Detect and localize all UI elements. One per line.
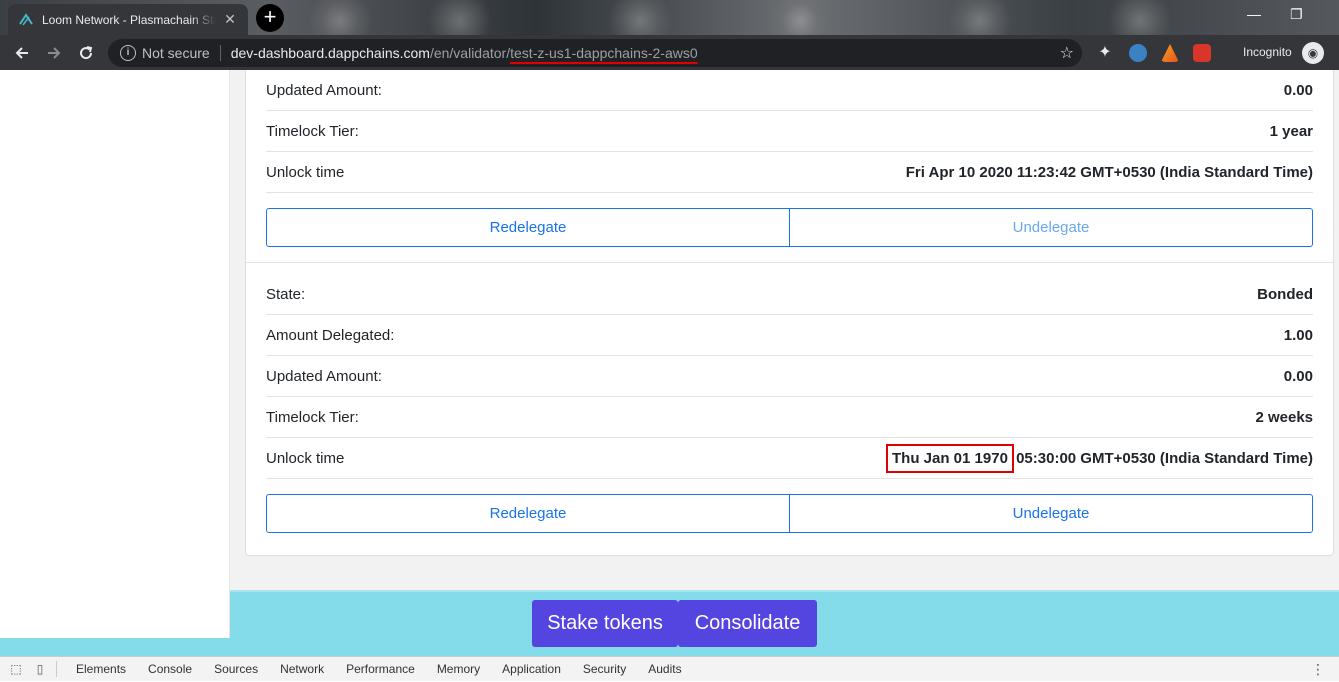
omnibox-divider [219, 45, 221, 61]
row-label: Amount Delegated: [266, 326, 395, 344]
background-decoration [1100, 0, 1180, 35]
consolidate-button[interactable]: Consolidate [678, 600, 817, 647]
row-label: Updated Amount: [266, 367, 382, 385]
extension-icon[interactable] [1161, 44, 1179, 62]
inspect-element-icon[interactable]: ⬚ [8, 662, 24, 676]
url-host: dev-dashboard.dappchains.com [230, 45, 430, 61]
loom-logo-icon [19, 12, 33, 25]
background-decoration [760, 0, 840, 35]
row-label: Unlock time [266, 449, 345, 467]
devtools-tab-network[interactable]: Network [269, 657, 335, 682]
detail-row: Updated Amount: 0.00 [266, 356, 1313, 397]
sidebar [0, 70, 230, 638]
detail-row: Timelock Tier: 2 weeks [266, 397, 1313, 438]
background-decoration [420, 0, 500, 35]
browser-tab-active[interactable]: Loom Network - Plasmachain Sta ✕ [8, 4, 248, 35]
tab-close-icon[interactable]: ✕ [222, 11, 238, 28]
incognito-icon[interactable]: ◉ [1302, 42, 1324, 64]
row-value: Fri Apr 10 2020 11:23:42 GMT+0530 (India… [905, 163, 1313, 181]
devtools-tab-sources[interactable]: Sources [203, 657, 269, 682]
tab-title: Loom Network - Plasmachain Sta [42, 12, 216, 27]
forward-arrow-icon[interactable] [38, 37, 70, 69]
more-options-icon[interactable]: ⋮ [1311, 661, 1325, 678]
delegation-actions: Redelegate Undelegate [266, 494, 1313, 533]
address-bar[interactable]: i Not secure dev-dashboard.dappchains.co… [108, 39, 1082, 67]
url-path: /en/validator/ [429, 45, 511, 61]
redelegate-button[interactable]: Redelegate [266, 494, 790, 533]
unlock-time-rest: 05:30:00 GMT+0530 (India Standard Time) [1011, 449, 1313, 467]
delegations-card: Updated Amount: 0.00 Timelock Tier: 1 ye… [245, 70, 1334, 556]
undelegate-button[interactable]: Undelegate [790, 208, 1313, 247]
extension-icon[interactable] [1193, 44, 1211, 62]
devtools-tab-elements[interactable]: Elements [65, 657, 137, 682]
devtools-tab-application[interactable]: Application [491, 657, 572, 682]
devtools-divider [56, 661, 57, 677]
background-decoration [600, 0, 680, 35]
row-label: Timelock Tier: [266, 408, 359, 426]
row-value: Bonded [1257, 285, 1313, 303]
maximize-icon[interactable]: ❐ [1290, 6, 1303, 23]
devtools-tab-security[interactable]: Security [572, 657, 637, 682]
background-decoration [940, 0, 1020, 35]
row-value: 1.00 [1283, 326, 1313, 344]
action-bar: Stake tokens Consolidate [230, 590, 1339, 656]
row-value: 0.00 [1283, 81, 1313, 99]
row-value: Thu Jan 01 1970 05:30:00 GMT+0530 (India… [886, 443, 1313, 473]
detail-row: State: Bonded [266, 274, 1313, 315]
info-icon[interactable]: i [120, 45, 136, 61]
detail-row: Amount Delegated: 1.00 [266, 315, 1313, 356]
security-label: Not secure [142, 45, 210, 61]
sidebar-footer [0, 638, 230, 656]
row-value: 2 weeks [1255, 408, 1313, 426]
highlighted-date: Thu Jan 01 1970 [886, 443, 1014, 473]
back-arrow-icon[interactable] [6, 37, 38, 69]
row-label: State: [266, 285, 306, 303]
extension-icon[interactable] [1129, 44, 1147, 62]
delegation-actions: Redelegate Undelegate [266, 208, 1313, 247]
star-icon[interactable]: ☆ [1060, 43, 1074, 63]
incognito-label: Incognito [1243, 45, 1292, 59]
detail-row: Updated Amount: 0.00 [266, 70, 1313, 111]
devtools-tab-memory[interactable]: Memory [426, 657, 491, 682]
stake-tokens-button[interactable]: Stake tokens [532, 600, 678, 647]
row-value: 0.00 [1283, 367, 1313, 385]
browser-tab-strip: Loom Network - Plasmachain Sta ✕ + — ❐ [0, 0, 1339, 35]
row-label: Updated Amount: [266, 81, 382, 99]
redelegate-button[interactable]: Redelegate [266, 208, 790, 247]
browser-toolbar: i Not secure dev-dashboard.dappchains.co… [0, 35, 1339, 70]
url-validator-segment: test-z-us1-dappchains-2-aws0 [510, 45, 698, 61]
background-decoration [300, 0, 380, 35]
row-label: Timelock Tier: [266, 122, 359, 140]
devtools-tab-performance[interactable]: Performance [335, 657, 426, 682]
row-label: Unlock time [266, 163, 345, 181]
detail-row: Unlock time Fri Apr 10 2020 11:23:42 GMT… [266, 152, 1313, 193]
minimize-icon[interactable]: — [1247, 6, 1261, 22]
row-value: 1 year [1269, 122, 1313, 140]
devtools-tab-audits[interactable]: Audits [637, 657, 692, 682]
undelegate-button[interactable]: Undelegate [790, 494, 1313, 533]
delegation-divider [246, 262, 1333, 263]
device-toolbar-icon[interactable]: ▯ [32, 662, 48, 676]
reload-icon[interactable] [70, 37, 102, 69]
extension-icon[interactable]: ✦ [1096, 44, 1114, 62]
detail-row: Timelock Tier: 1 year [266, 111, 1313, 152]
page-viewport: Updated Amount: 0.00 Timelock Tier: 1 ye… [0, 70, 1339, 656]
devtools-tab-console[interactable]: Console [137, 657, 203, 682]
new-tab-button[interactable]: + [256, 4, 284, 32]
detail-row: Unlock time Thu Jan 01 1970 05:30:00 GMT… [266, 438, 1313, 479]
devtools-tab-bar: ⬚ ▯ Elements Console Sources Network Per… [0, 656, 1339, 681]
